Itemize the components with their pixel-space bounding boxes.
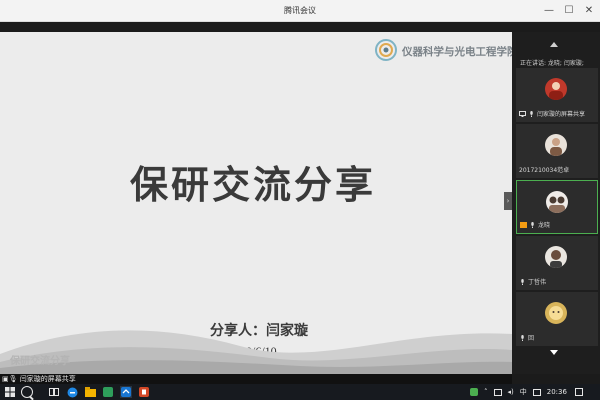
mic-icon xyxy=(521,278,524,285)
volume-icon[interactable]: ◂) xyxy=(508,388,514,396)
collapse-panel-button[interactable]: › xyxy=(504,192,512,210)
scroll-up-icon[interactable] xyxy=(550,42,558,47)
chevron-right-icon: › xyxy=(506,197,510,205)
participant-tile[interactable]: 2017210034范卓 xyxy=(516,124,598,178)
participant-name: 闫家璇的屏幕共享 xyxy=(537,111,586,118)
avatar xyxy=(545,134,567,156)
search-icon[interactable] xyxy=(21,386,33,398)
avatar xyxy=(545,246,567,268)
window-title: 腾讯会议 xyxy=(284,6,316,15)
participant-panel: 正在讲话: 龙晓; 闫家璇; 闫家璇的屏幕共享 2017210034范卓 龙晓 … xyxy=(512,32,600,374)
slide-footer: 保研交流分享 xyxy=(10,356,70,367)
shared-screen: 仪器科学与光电工程学院 保研交流分享 分享人：闫家璇 2020/6/10 保研交… xyxy=(0,32,512,374)
ime-mode-icon[interactable] xyxy=(532,388,541,396)
system-tray: ˄ ◂) 中 20:36 xyxy=(470,384,583,400)
screen-share-icon xyxy=(519,110,526,117)
school-logo: 仪器科学与光电工程学院 xyxy=(374,38,512,62)
mic-icon xyxy=(531,221,534,228)
orange-badge-icon xyxy=(520,221,527,228)
screen-share-icon: ▣🎙 xyxy=(2,375,18,383)
file-explorer-icon[interactable] xyxy=(84,386,96,398)
ime-indicator[interactable]: 中 xyxy=(520,387,527,397)
participant-tile[interactable]: 回 xyxy=(516,292,598,346)
avatar xyxy=(546,191,568,213)
share-status-bar: ▣🎙 闫家璇的屏幕共享 xyxy=(0,374,512,384)
speaking-indicator: 正在讲话: 龙晓; 闫家璇; xyxy=(520,60,584,67)
participant-name: 回 xyxy=(528,335,535,342)
tencent-meeting-window: 腾讯会议 — ☐ ✕ 仪器科学与光电工程学院 保研交流分享 分享人：闫家璇 20… xyxy=(0,0,600,400)
maximize-button[interactable]: ☐ xyxy=(560,2,578,18)
participant-name: 龙晓 xyxy=(538,222,551,229)
participant-name: 丁哲伟 xyxy=(528,279,547,286)
tray-clock[interactable]: 20:36 xyxy=(547,388,567,396)
windows-start-icon[interactable] xyxy=(4,386,16,398)
avatar xyxy=(545,78,567,100)
windows-taskbar: ˄ ◂) 中 20:36 xyxy=(0,384,600,400)
school-name: 仪器科学与光电工程学院 xyxy=(402,46,512,58)
app-icon-green[interactable] xyxy=(102,386,114,398)
tencent-meeting-icon[interactable] xyxy=(120,386,132,398)
chevron-up-icon[interactable]: ˄ xyxy=(484,388,488,396)
scroll-down-icon[interactable] xyxy=(550,350,558,355)
minimize-button[interactable]: — xyxy=(540,2,558,18)
notification-icon[interactable] xyxy=(574,388,583,396)
tray-app-icon[interactable] xyxy=(470,388,478,396)
share-status-text: 闫家璇的屏幕共享 xyxy=(19,375,76,383)
wave-decoration xyxy=(0,330,512,374)
mic-icon xyxy=(530,110,533,117)
participant-name: 2017210034范卓 xyxy=(519,167,570,174)
participant-tile[interactable]: 闫家璇的屏幕共享 xyxy=(516,68,598,122)
powerpoint-icon[interactable] xyxy=(138,386,150,398)
network-icon[interactable] xyxy=(493,388,502,396)
school-emblem-icon xyxy=(375,39,397,61)
task-view-icon[interactable] xyxy=(48,386,60,398)
edge-browser-icon[interactable] xyxy=(66,386,78,398)
mic-icon xyxy=(521,334,524,341)
participant-tile-active[interactable]: 龙晓 xyxy=(516,180,598,234)
avatar xyxy=(545,302,567,324)
close-button[interactable]: ✕ xyxy=(580,2,598,18)
participant-tile[interactable]: 丁哲伟 xyxy=(516,236,598,290)
slide-title: 保研交流分享 xyxy=(130,163,377,207)
title-bar: 腾讯会议 — ☐ ✕ xyxy=(0,0,600,22)
